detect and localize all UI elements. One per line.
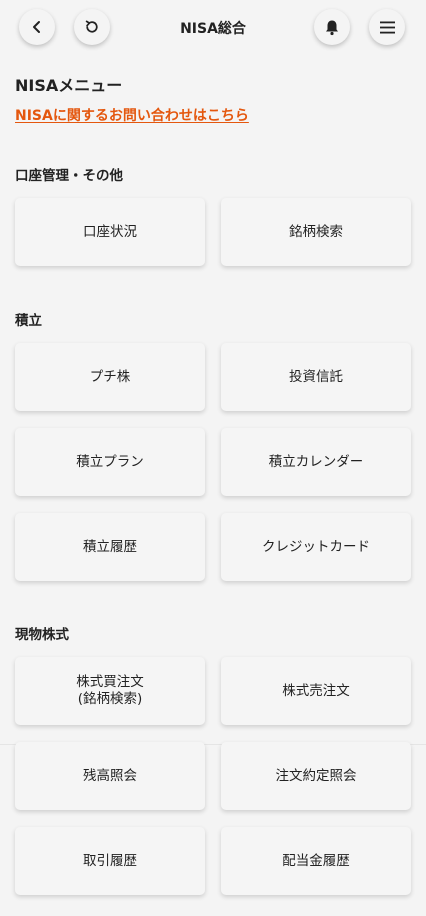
balance-inquiry-button[interactable]: 残高照会 [15, 742, 205, 810]
investment-trust-button[interactable]: 投資信託 [221, 343, 411, 411]
stock-search-button[interactable]: 銘柄検索 [221, 198, 411, 266]
tsumitate-plan-button[interactable]: 積立プラン [15, 428, 205, 496]
bell-icon [324, 19, 340, 36]
header-bar: NISA総合 [0, 0, 426, 56]
tsumitate-calendar-button[interactable]: 積立カレンダー [221, 428, 411, 496]
section-title-account: 口座管理・その他 [15, 168, 123, 184]
trade-history-button[interactable]: 取引履歴 [15, 827, 205, 895]
notification-button[interactable] [314, 9, 350, 45]
hamburger-icon [379, 21, 395, 34]
credit-card-button[interactable]: クレジットカード [221, 513, 411, 581]
dividend-history-button[interactable]: 配当金履歴 [221, 827, 411, 895]
page-title: NISA総合 [180, 21, 246, 37]
section-title-stocks: 現物株式 [15, 627, 69, 643]
tsumitate-history-button[interactable]: 積立履歴 [15, 513, 205, 581]
petit-stock-button[interactable]: プチ株 [15, 343, 205, 411]
order-execution-inquiry-button[interactable]: 注文約定照会 [221, 742, 411, 810]
menu-heading: NISAメニュー [15, 76, 123, 95]
menu-button[interactable] [369, 9, 405, 45]
stock-buy-order-button[interactable]: 株式買注文 (銘柄検索) [15, 657, 205, 725]
nisa-inquiry-link[interactable]: NISAに関するお問い合わせはこちら [15, 105, 249, 125]
account-status-button[interactable]: 口座状況 [15, 198, 205, 266]
section-title-tsumitate: 積立 [15, 313, 42, 329]
stock-sell-order-button[interactable]: 株式売注文 [221, 657, 411, 725]
